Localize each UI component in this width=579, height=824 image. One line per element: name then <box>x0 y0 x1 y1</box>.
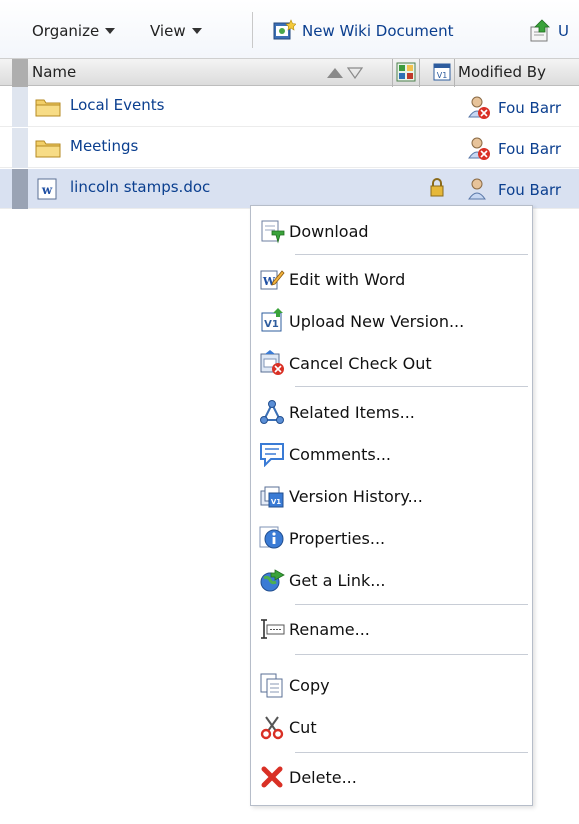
row-grip <box>12 169 28 209</box>
svg-text:V1: V1 <box>271 498 281 506</box>
version-history-icon: V1 <box>260 486 284 508</box>
cancel-checkout-icon <box>260 350 284 375</box>
user-presence-icon <box>468 178 486 200</box>
version-column-icon[interactable]: V1 <box>432 62 452 82</box>
new-wiki-document-button[interactable]: New Wiki Document <box>272 19 454 43</box>
menu-item-label: Cancel Check Out <box>289 353 432 373</box>
upload-button[interactable]: U <box>528 19 569 43</box>
upload-icon <box>530 19 550 42</box>
row-grip <box>12 128 28 168</box>
header-divider <box>392 59 393 87</box>
modified-by-link[interactable]: Fou Barr <box>498 99 561 117</box>
menu-item-version-history[interactable]: V1 Version History... <box>257 478 528 514</box>
folder-icon <box>35 99 61 117</box>
svg-text:V1: V1 <box>437 71 448 80</box>
chevron-down-icon <box>105 28 116 34</box>
menu-item-edit-with-word[interactable]: W Edit with Word <box>257 261 528 297</box>
properties-icon <box>259 526 284 549</box>
get-link-icon <box>260 569 285 592</box>
user-presence-icon <box>468 96 490 119</box>
toolbar-divider <box>252 12 253 48</box>
upload-version-icon: V1 <box>261 308 283 332</box>
menu-item-label: Comments... <box>289 444 391 464</box>
menu-separator <box>295 386 528 387</box>
list-item-selected[interactable]: w lincoln stamps.doc Fou Barr <box>0 169 579 209</box>
row-grip <box>12 87 28 127</box>
item-name[interactable]: Meetings <box>70 137 138 155</box>
menu-item-properties[interactable]: Properties... <box>257 520 528 556</box>
rename-icon <box>261 619 285 639</box>
list-item[interactable]: Local Events Fou Barr <box>0 87 579 127</box>
menu-item-label: Copy <box>289 675 330 695</box>
menu-item-label: Version History... <box>289 486 423 506</box>
word-doc-icon: w <box>37 178 57 200</box>
sort-ascending-icon[interactable] <box>327 68 343 78</box>
context-menu: Download W Edit with Word V1 Upload New … <box>250 205 533 806</box>
organize-menu[interactable]: Organize <box>32 19 116 43</box>
menu-item-label: Delete... <box>289 767 357 787</box>
comments-icon <box>260 443 284 467</box>
menu-item-label: Upload New Version... <box>289 311 465 331</box>
svg-text:V1: V1 <box>264 319 279 330</box>
item-name[interactable]: Local Events <box>70 96 164 114</box>
header-grip <box>12 59 28 87</box>
menu-item-rename[interactable]: Rename... <box>257 611 528 647</box>
organize-label: Organize <box>32 22 100 40</box>
user-presence-icon <box>468 137 490 160</box>
view-label: View <box>150 22 186 40</box>
upload-label: U <box>558 22 569 40</box>
item-name[interactable]: lincoln stamps.doc <box>70 178 210 196</box>
sort-descending-icon[interactable] <box>347 67 363 79</box>
view-menu[interactable]: View <box>150 19 202 43</box>
menu-item-copy[interactable]: Copy <box>257 667 528 703</box>
column-header: Name V1 Modified By <box>0 58 579 87</box>
folder-icon <box>35 140 61 158</box>
modified-by-link[interactable]: Fou Barr <box>498 181 561 199</box>
svg-text:w: w <box>41 183 53 197</box>
download-icon <box>261 220 285 244</box>
menu-item-comments[interactable]: Comments... <box>257 436 528 472</box>
new-wiki-icon <box>273 19 296 40</box>
copy-icon <box>260 673 283 698</box>
toolbar: Organize View New Wiki Document U <box>0 0 579 58</box>
related-items-icon <box>260 400 284 424</box>
menu-item-cancel-check-out[interactable]: Cancel Check Out <box>257 345 528 381</box>
menu-separator <box>295 654 528 655</box>
list-item[interactable]: Meetings Fou Barr <box>0 128 579 168</box>
new-wiki-label: New Wiki Document <box>302 22 454 40</box>
menu-item-download[interactable]: Download <box>257 213 528 249</box>
menu-item-label: Get a Link... <box>289 570 386 590</box>
cut-icon <box>260 716 284 740</box>
menu-item-label: Cut <box>289 717 317 737</box>
menu-item-label: Properties... <box>289 528 386 548</box>
menu-item-cut[interactable]: Cut <box>257 709 528 745</box>
menu-item-label: Rename... <box>289 619 370 639</box>
edit-word-icon: W <box>260 270 285 290</box>
chevron-down-icon <box>191 28 202 34</box>
menu-item-upload-new-version[interactable]: V1 Upload New Version... <box>257 303 528 339</box>
menu-item-label: Download <box>289 221 369 241</box>
name-column-header[interactable]: Name <box>32 63 76 81</box>
modified-by-column-header[interactable]: Modified By <box>458 63 546 81</box>
menu-item-related-items[interactable]: Related Items... <box>257 394 528 430</box>
header-divider <box>454 59 455 87</box>
header-divider <box>419 59 420 87</box>
menu-item-get-a-link[interactable]: Get a Link... <box>257 562 528 598</box>
menu-separator <box>295 604 528 605</box>
menu-item-label: Related Items... <box>289 402 415 422</box>
menu-item-label: Edit with Word <box>289 269 406 289</box>
menu-item-delete[interactable]: Delete... <box>257 759 528 795</box>
lock-icon <box>430 178 444 197</box>
checkout-status-icon[interactable] <box>396 62 416 82</box>
modified-by-link[interactable]: Fou Barr <box>498 140 561 158</box>
menu-separator <box>295 254 528 255</box>
menu-separator <box>295 752 528 753</box>
delete-icon <box>261 766 283 788</box>
